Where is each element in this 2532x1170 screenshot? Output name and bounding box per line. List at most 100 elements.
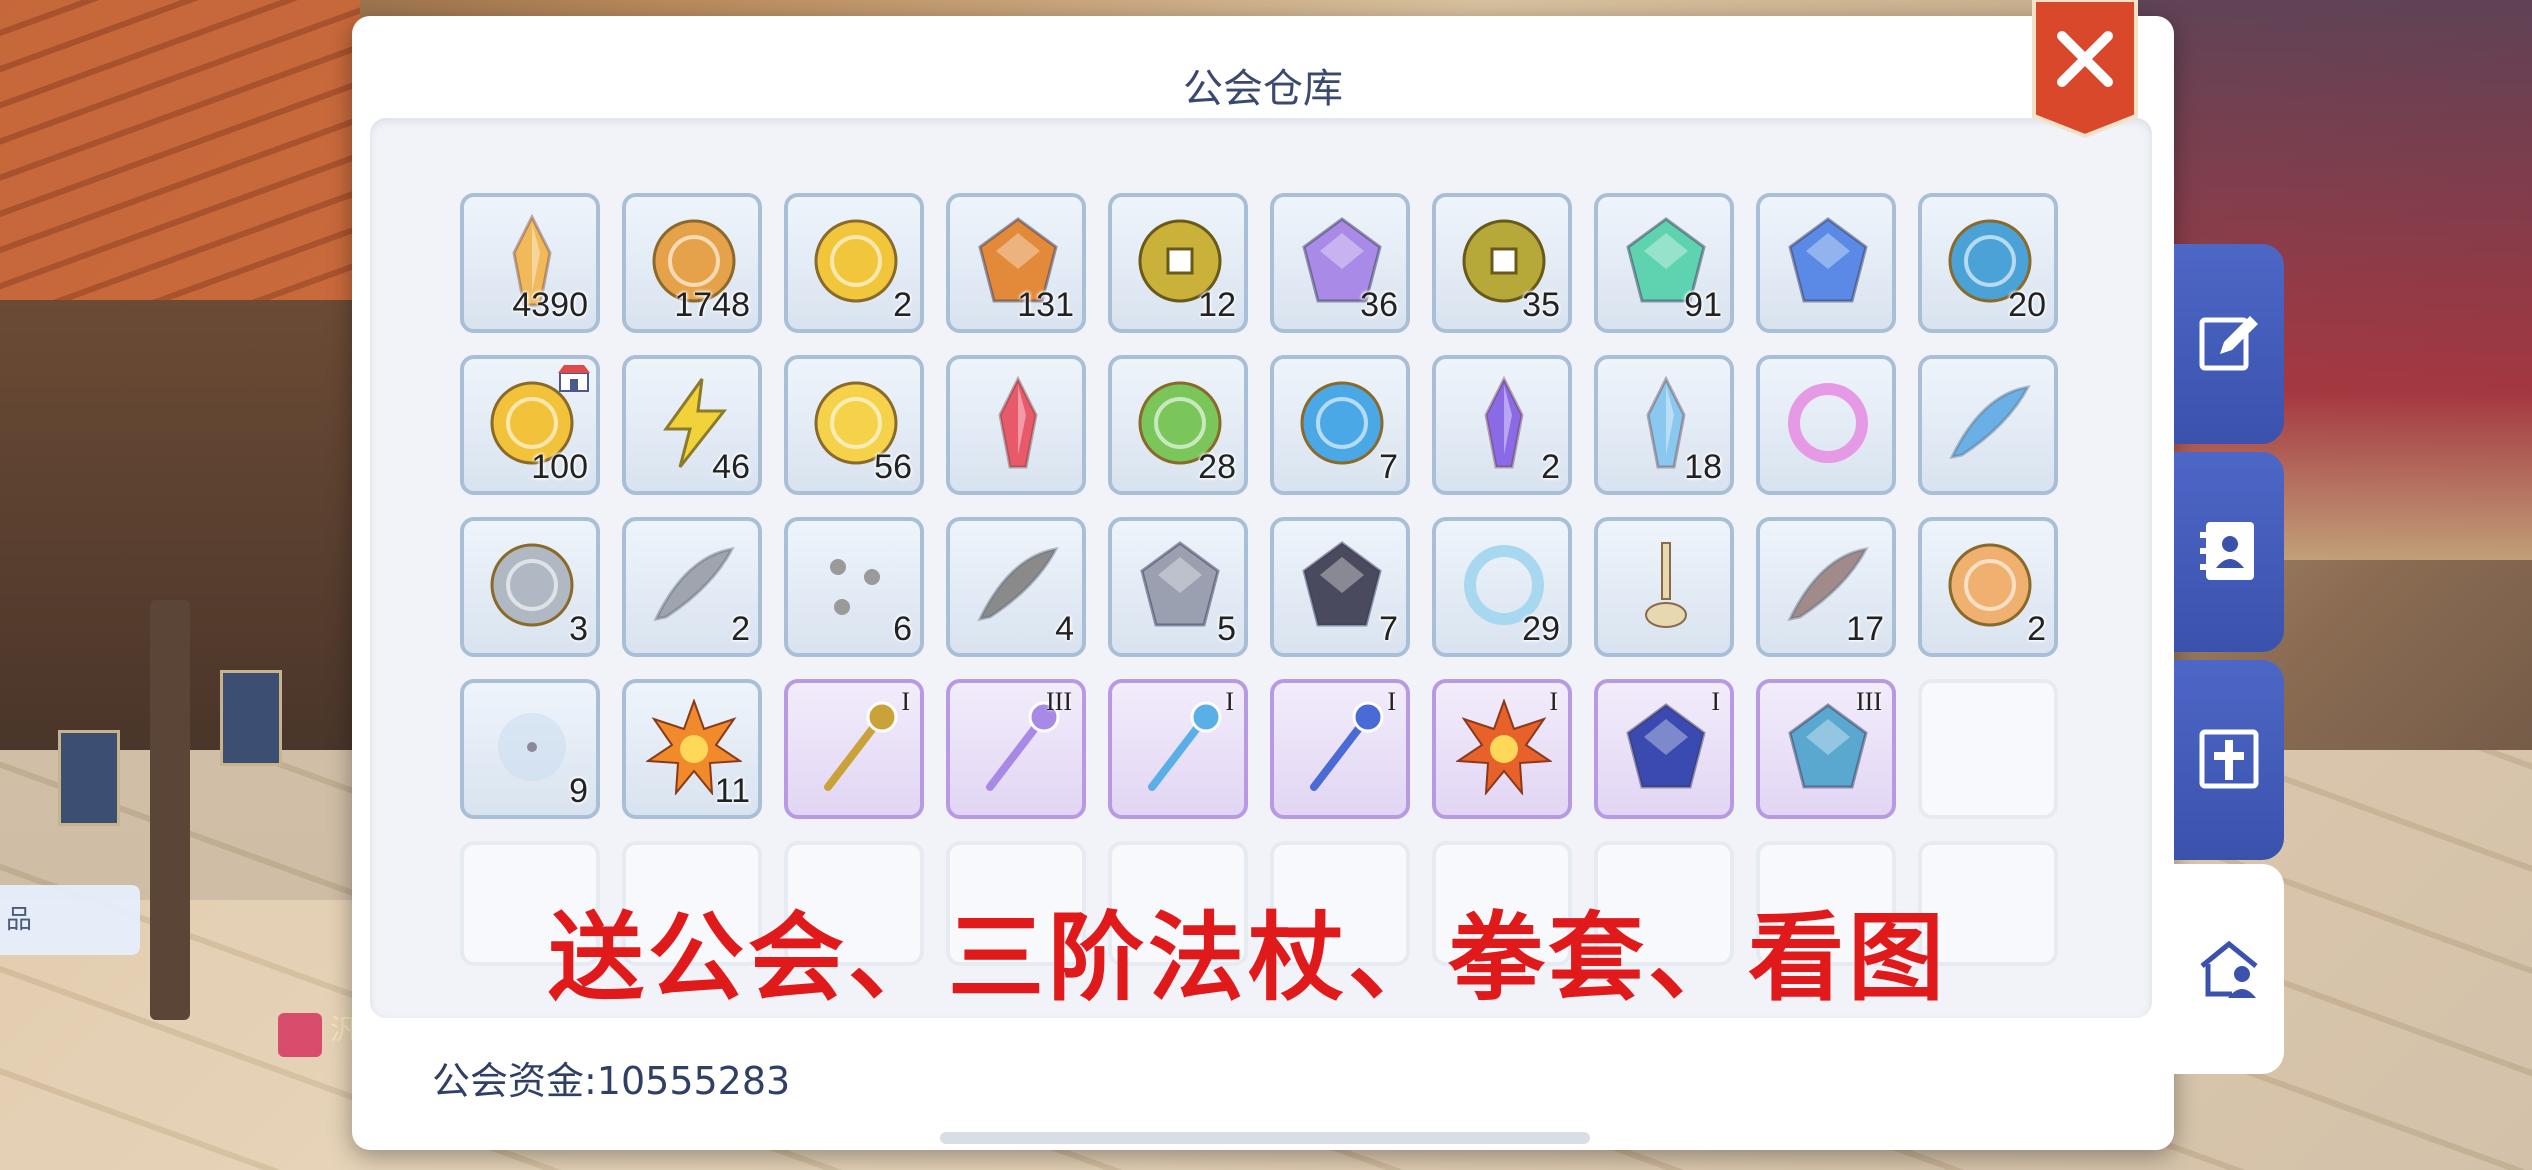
item-quantity: 46	[712, 448, 750, 486]
tier-label: I	[1225, 687, 1234, 716]
item-slot[interactable]: I	[1108, 679, 1248, 819]
item-slot[interactable]: 36	[1270, 193, 1410, 333]
item-quantity: 35	[1522, 286, 1560, 324]
item-slot[interactable]: I	[1270, 679, 1410, 819]
item-quantity: 36	[1360, 286, 1398, 324]
flame-gauntlet-icon	[1456, 699, 1552, 795]
blue-axe-staff-icon	[1310, 701, 1384, 791]
item-slot[interactable]	[1594, 517, 1734, 657]
item-slot[interactable]: 29	[1432, 517, 1572, 657]
dark-armor-icon	[1302, 541, 1382, 627]
item-quantity: 4	[1055, 610, 1074, 648]
item-quantity: 100	[531, 448, 588, 486]
item-quantity: 9	[569, 772, 588, 810]
shop-icon	[558, 365, 590, 392]
tab-guild-home[interactable]	[2174, 864, 2284, 1074]
item-slot[interactable]: 17	[1756, 517, 1896, 657]
close-button[interactable]	[2030, 0, 2140, 140]
item-slot[interactable]: 2	[1432, 355, 1572, 495]
background-roof	[0, 0, 360, 320]
guild-funds: 公会资金:10555283	[432, 1059, 791, 1103]
item-slot[interactable]: 18	[1594, 355, 1734, 495]
moon-lyre-icon	[1626, 703, 1706, 789]
item-quantity: 2	[731, 610, 750, 648]
wing-staff-icon	[1148, 701, 1222, 791]
item-slot[interactable]	[1756, 355, 1896, 495]
red-crystal-icon	[998, 375, 1038, 469]
item-slot[interactable]: 11	[622, 679, 762, 819]
item-slot[interactable]: 1748	[622, 193, 762, 333]
item-slot[interactable]: III	[1756, 679, 1896, 819]
background-banner	[58, 730, 120, 826]
side-item-button[interactable]: 品	[0, 885, 140, 955]
item-quantity: 131	[1017, 286, 1074, 324]
item-slot[interactable]: I	[784, 679, 924, 819]
gold-coin-icon	[814, 219, 898, 303]
background-lamp-post	[150, 600, 190, 1020]
item-quantity: 12	[1198, 286, 1236, 324]
cross-icon	[2199, 729, 2259, 789]
item-slot[interactable]: 7	[1270, 517, 1410, 657]
item-slot[interactable]: 4390	[460, 193, 600, 333]
item-slot[interactable]: 3	[460, 517, 600, 657]
item-slot[interactable]: 7	[1270, 355, 1410, 495]
item-quantity: 56	[874, 448, 912, 486]
item-quantity: 28	[1198, 448, 1236, 486]
tier-label: I	[1387, 687, 1396, 716]
home-person-icon	[2200, 940, 2258, 998]
item-slot[interactable]	[946, 355, 1086, 495]
tier-label: III	[1046, 687, 1072, 716]
item-slot[interactable]	[1918, 355, 2058, 495]
crystal-ball-icon	[490, 543, 574, 627]
item-quantity: 2	[2027, 610, 2046, 648]
panel-title: 公会仓库	[1183, 66, 1343, 112]
smoke-wisp-icon	[653, 546, 735, 622]
item-slot[interactable]	[1756, 193, 1896, 333]
item-slot[interactable]: 56	[784, 355, 924, 495]
tab-edit[interactable]	[2174, 244, 2284, 444]
item-slot[interactable]: III	[946, 679, 1086, 819]
contacts-icon	[2200, 522, 2254, 580]
item-slot[interactable]: 12	[1108, 193, 1248, 333]
item-slot[interactable]: 2	[784, 193, 924, 333]
edit-icon	[2199, 316, 2258, 371]
tab-church[interactable]	[2174, 660, 2284, 860]
item-slot[interactable]: 2	[1918, 517, 2058, 657]
item-slot[interactable]: 131	[946, 193, 1086, 333]
item-slot[interactable]: 91	[1594, 193, 1734, 333]
item-quantity: 17	[1846, 610, 1884, 648]
item-slot[interactable]: 28	[1108, 355, 1248, 495]
item-quantity: 7	[1379, 610, 1398, 648]
item-slot[interactable]: I	[1594, 679, 1734, 819]
item-slot[interactable]: I	[1432, 679, 1572, 819]
item-slot[interactable]: 2	[622, 517, 762, 657]
purple-crystal-icon	[1484, 375, 1524, 469]
tier-label: I	[1549, 687, 1558, 716]
item-slot[interactable]: 46	[622, 355, 762, 495]
item-slot[interactable]: 4	[946, 517, 1086, 657]
blue-rune-stone-icon	[1788, 217, 1868, 303]
item-quantity: 4390	[512, 286, 588, 324]
item-slot[interactable]: 9	[460, 679, 600, 819]
item-quantity: 1748	[674, 286, 750, 324]
tab-contacts[interactable]	[2174, 452, 2284, 652]
empty-slot[interactable]	[1918, 679, 2058, 819]
item-quantity: 91	[1684, 286, 1722, 324]
item-quantity: 5	[1217, 610, 1236, 648]
item-slot[interactable]: 5	[1108, 517, 1248, 657]
item-quantity: 11	[714, 772, 750, 810]
item-quantity: 18	[1684, 448, 1722, 486]
item-slot[interactable]: 100	[460, 355, 600, 495]
horizontal-scrollbar[interactable]	[940, 1132, 1590, 1144]
faint-dust-icon	[498, 713, 566, 781]
item-slot[interactable]: 35	[1432, 193, 1572, 333]
amber-orb-icon	[1948, 543, 2032, 627]
item-quantity: 7	[1379, 448, 1398, 486]
side-item-label: 品	[6, 905, 33, 935]
flask-icon	[1645, 542, 1687, 628]
item-quantity: 20	[2008, 286, 2046, 324]
item-slot[interactable]: 20	[1918, 193, 2058, 333]
steel-gauntlet-icon	[1140, 541, 1220, 627]
item-quantity: 3	[569, 610, 588, 648]
item-slot[interactable]: 6	[784, 517, 924, 657]
